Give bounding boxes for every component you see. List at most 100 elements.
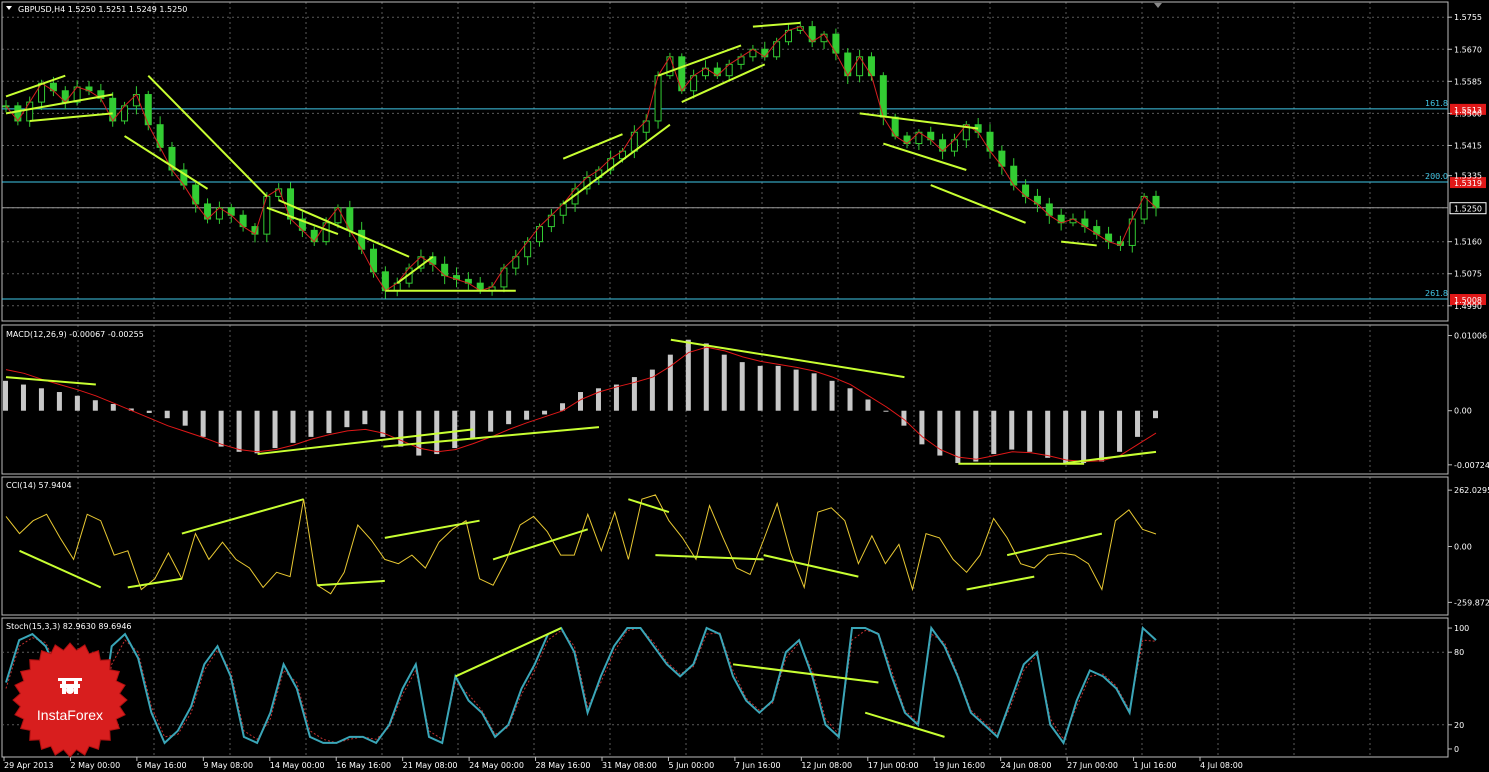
macd-bar [452,410,458,449]
logo-seal [12,642,128,758]
cci-label: CCI(14) 57.9404 [6,481,72,490]
macd-bar [865,399,871,411]
macd-bar [1009,410,1015,450]
axis-tick-label: 20 [1454,721,1464,730]
macd-bar [470,410,476,440]
macd-bar [344,410,350,428]
time-tick-label: 31 May 08:00 [602,761,657,770]
macd-bar [164,410,170,419]
macd-bar [308,410,314,437]
macd-bar [362,410,368,425]
macd-bar [326,410,332,434]
macd-bar [542,410,548,415]
axis-tick-label: 1.5585 [1454,77,1482,86]
macd-bar [110,403,116,411]
macd-bar [1153,410,1158,419]
macd-bar [955,410,961,464]
time-tick-label: 16 May 16:00 [336,761,391,770]
macd-bar [757,365,763,411]
time-tick-label: 28 May 16:00 [536,761,591,770]
macd-bar [703,343,709,411]
macd-bar [613,384,619,411]
time-tick-label: 19 Jun 16:00 [934,761,985,770]
macd-bar [200,410,206,437]
price-panel-title: GBPUSD,H4 1.5250 1.5251 1.5249 1.5250 [18,5,187,14]
macd-bar [236,410,242,452]
time-tick-label: 12 Jun 08:00 [801,761,852,770]
time-tick-label: 1 Jul 16:00 [1134,761,1177,770]
macd-bar [218,410,224,447]
macd-bar [290,410,296,443]
macd-bar [775,365,781,411]
macd-bar [38,388,44,411]
macd-label: MACD(12,26,9) -0.00067 -0.00255 [6,330,144,339]
axis-tick-label: 0.01006 [1454,332,1487,341]
macd-bar [182,410,188,426]
macd-bar [991,410,997,455]
stoch-label: Stoch(15,3,3) 82.9630 89.6946 [6,622,132,631]
axis-tick-label: 100 [1454,624,1469,633]
time-tick-label: 24 Jun 08:00 [1001,761,1052,770]
macd-bar [1135,410,1141,437]
instaforex-logo: InstaForex [12,642,128,758]
axis-tick-label: 0 [1454,745,1459,754]
macd-bar [272,410,278,449]
macd-bar [74,395,80,411]
macd-bar [919,410,925,445]
axis-tick-label: 1.5755 [1454,13,1482,22]
macd-bar [1063,410,1069,464]
macd-bar [524,410,530,420]
axis-tick-label: 0.00 [1454,543,1472,552]
axis-tick-label: 1.4990 [1454,302,1482,311]
axis-tick-label: 80 [1454,648,1464,657]
macd-bar [973,410,979,462]
macd-bar [488,410,494,432]
time-tick-label: 7 Jun 16:00 [735,761,781,770]
macd-bar [811,373,817,411]
macd-bar [92,400,98,411]
macd-bar [1117,410,1123,452]
macd-bar [20,384,26,411]
macd-bar [847,388,853,411]
macd-bar [793,369,799,411]
fib-level-label: 261.8 [1425,289,1448,298]
axis-tick-label: -0.00724 [1454,461,1489,470]
fib-level-label: 161.8 [1425,99,1448,108]
trading-chart[interactable]: 161.81.5513200.01.5319261.81.50081.5250 … [0,0,1489,772]
macd-bar [146,410,152,413]
axis-tick-label: 1.5335 [1454,172,1482,181]
axis-tick-label: 262.0295 [1454,486,1489,495]
macd-bar [56,392,62,411]
axis-tick-label: 1.5075 [1454,270,1482,279]
axis-tick-label: 1.5670 [1454,45,1482,54]
axis-tick-label: 0.00 [1454,407,1472,416]
time-tick-label: 4 Jul 08:00 [1200,761,1243,770]
macd-bar [685,339,691,411]
time-tick-label: 29 Apr 2013 [4,761,53,770]
macd-bar [667,354,673,411]
time-tick-label: 24 May 00:00 [469,761,524,770]
time-tick-label: 21 May 08:00 [403,761,458,770]
time-tick-label: 17 Jun 00:00 [868,761,919,770]
time-tick-label: 6 May 16:00 [137,761,187,770]
axis-tick-label: 1.5500 [1454,109,1482,118]
current-price-text: 1.5250 [1454,205,1482,214]
macd-bar [506,410,512,425]
time-tick-label: 14 May 00:00 [270,761,325,770]
macd-bar [1027,410,1033,452]
macd-bar [739,362,745,411]
macd-bar [3,380,8,411]
macd-bar [1081,410,1087,464]
time-tick-label: 5 Jun 00:00 [668,761,714,770]
macd-bar [254,410,260,454]
time-tick-label: 9 May 08:00 [203,761,253,770]
axis-tick-label: 1.5160 [1454,238,1482,247]
macd-bar [883,410,889,412]
axis-tick-label: -259.8726 [1454,598,1489,607]
time-tick-label: 2 May 00:00 [70,761,120,770]
macd-bar [1045,410,1051,458]
macd-bar [1099,410,1105,462]
logo-text: InstaForex [37,707,103,723]
time-tick-label: 27 Jun 00:00 [1067,761,1118,770]
macd-bar [721,354,727,411]
